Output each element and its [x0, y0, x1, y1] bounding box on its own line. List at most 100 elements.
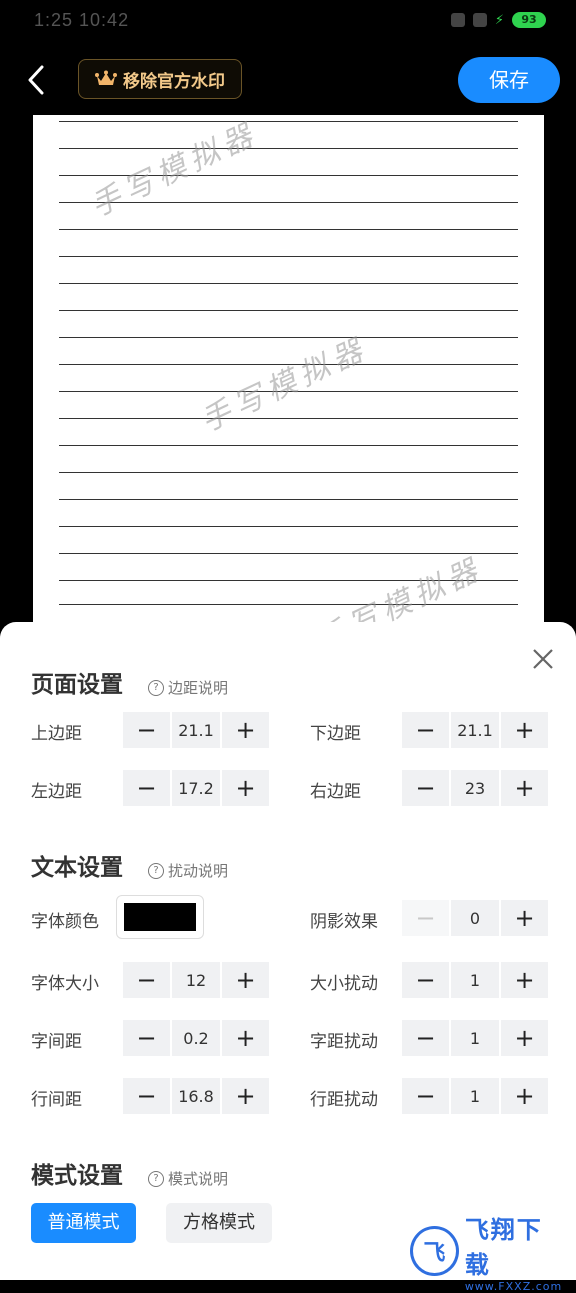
char-jitter-label: 字距扰动: [310, 1032, 378, 1052]
logo-url: www.FXXZ.com: [464, 1279, 563, 1293]
decrement-button[interactable]: −: [123, 1078, 170, 1114]
decrement-button[interactable]: −: [123, 962, 170, 998]
font-size-label: 字体大小: [31, 974, 99, 994]
line-jitter-label: 行距扰动: [310, 1090, 378, 1110]
ruled-line: [59, 148, 518, 149]
decrement-button[interactable]: −: [402, 962, 449, 998]
notification-icon: [450, 13, 465, 27]
increment-button[interactable]: +: [501, 712, 548, 748]
shadow-label: 阴影效果: [310, 912, 378, 932]
font-size-stepper: − 12 +: [123, 962, 269, 998]
ruled-line: [59, 229, 518, 230]
decrement-button[interactable]: −: [123, 1020, 170, 1056]
paper-preview: 手写模拟器 手写模拟器 手写模拟器: [33, 115, 544, 645]
increment-button[interactable]: +: [222, 962, 269, 998]
jitter-help-link[interactable]: ? 扰动说明: [148, 860, 228, 881]
ruled-line: [59, 256, 518, 257]
decrement-button[interactable]: −: [402, 1078, 449, 1114]
charging-icon: ⚡: [494, 12, 504, 28]
mode-help-label: 模式说明: [168, 1170, 229, 1188]
status-bar: 1:25 10:42 ⚡ 93: [0, 0, 576, 44]
increment-button[interactable]: +: [222, 770, 269, 806]
size-jitter-value[interactable]: 1: [451, 962, 499, 998]
increment-button[interactable]: +: [501, 962, 548, 998]
battery-icon: 93: [512, 12, 546, 28]
char-spacing-stepper: − 0.2 +: [123, 1020, 269, 1056]
ruled-line: [59, 418, 518, 419]
ruled-line: [59, 337, 518, 338]
remove-watermark-button[interactable]: 移除官方水印: [78, 59, 242, 99]
right-margin-stepper: − 23 +: [402, 770, 548, 806]
shadow-value[interactable]: 0: [451, 900, 499, 936]
mode-help-link[interactable]: ? 模式说明: [148, 1168, 228, 1189]
increment-button[interactable]: +: [222, 1078, 269, 1114]
char-spacing-value[interactable]: 0.2: [172, 1020, 220, 1056]
close-icon: [533, 649, 553, 669]
increment-button[interactable]: +: [501, 900, 548, 936]
logo-icon: 飞: [410, 1226, 459, 1276]
ruled-line: [59, 310, 518, 311]
crown-icon: [95, 70, 117, 85]
char-jitter-stepper: − 1 +: [402, 1020, 548, 1056]
alarm-icon: [472, 13, 487, 27]
line-jitter-value[interactable]: 1: [451, 1078, 499, 1114]
char-spacing-label: 字间距: [31, 1032, 82, 1052]
increment-button[interactable]: +: [222, 712, 269, 748]
increment-button[interactable]: +: [501, 1078, 548, 1114]
jitter-help-label: 扰动说明: [168, 862, 229, 880]
ruled-line: [59, 445, 518, 446]
font-color-label: 字体颜色: [31, 912, 99, 932]
decrement-button[interactable]: −: [123, 770, 170, 806]
back-button[interactable]: [20, 62, 52, 98]
bottom-margin-label: 下边距: [310, 724, 361, 744]
help-icon: ?: [148, 862, 164, 879]
decrement-button[interactable]: −: [402, 712, 449, 748]
top-margin-stepper: − 21.1 +: [123, 712, 269, 748]
chevron-left-icon: [28, 65, 44, 95]
color-swatch: [124, 903, 196, 931]
normal-mode-button[interactable]: 普通模式: [31, 1203, 136, 1243]
right-margin-label: 右边距: [310, 782, 361, 802]
save-button[interactable]: 保存: [458, 57, 560, 103]
grid-mode-button[interactable]: 方格模式: [166, 1203, 272, 1243]
char-jitter-value[interactable]: 1: [451, 1020, 499, 1056]
line-spacing-value[interactable]: 16.8: [172, 1078, 220, 1114]
shadow-stepper: − 0 +: [402, 900, 548, 936]
decrement-button[interactable]: −: [402, 1020, 449, 1056]
ruled-line: [59, 121, 518, 122]
margin-help-label: 边距说明: [168, 679, 229, 697]
decrement-button[interactable]: −: [402, 900, 449, 936]
left-margin-label: 左边距: [31, 782, 82, 802]
settings-sheet: 页面设置 ? 边距说明 上边距 − 21.1 + 下边距 − 21.1 + 左边…: [0, 622, 576, 1293]
mode-settings-title: 模式设置: [31, 1163, 123, 1189]
left-margin-value[interactable]: 17.2: [172, 770, 220, 806]
watermark-text: 手写模拟器: [85, 116, 264, 225]
ruled-line: [59, 472, 518, 473]
help-icon: ?: [148, 679, 164, 696]
decrement-button[interactable]: −: [402, 770, 449, 806]
line-spacing-label: 行间距: [31, 1090, 82, 1110]
top-margin-label: 上边距: [31, 724, 82, 744]
status-time: 1:25 10:42: [34, 10, 130, 30]
ruled-line: [59, 526, 518, 527]
font-color-picker[interactable]: [116, 895, 204, 939]
decrement-button[interactable]: −: [123, 712, 170, 748]
increment-button[interactable]: +: [501, 1020, 548, 1056]
right-margin-value[interactable]: 23: [451, 770, 499, 806]
increment-button[interactable]: +: [501, 770, 548, 806]
size-jitter-label: 大小扰动: [310, 974, 378, 994]
site-watermark-logo: 飞 飞翔下载 www.FXXZ.com: [410, 1216, 566, 1293]
close-button[interactable]: [530, 646, 556, 672]
top-margin-value[interactable]: 21.1: [172, 712, 220, 748]
margin-help-link[interactable]: ? 边距说明: [148, 677, 228, 698]
ruled-line: [59, 604, 518, 605]
increment-button[interactable]: +: [222, 1020, 269, 1056]
ruled-line: [59, 499, 518, 500]
remove-watermark-label: 移除官方水印: [123, 71, 225, 92]
font-size-value[interactable]: 12: [172, 962, 220, 998]
left-margin-stepper: − 17.2 +: [123, 770, 269, 806]
bottom-margin-stepper: − 21.1 +: [402, 712, 548, 748]
size-jitter-stepper: − 1 +: [402, 962, 548, 998]
text-settings-title: 文本设置: [31, 855, 123, 881]
bottom-margin-value[interactable]: 21.1: [451, 712, 499, 748]
